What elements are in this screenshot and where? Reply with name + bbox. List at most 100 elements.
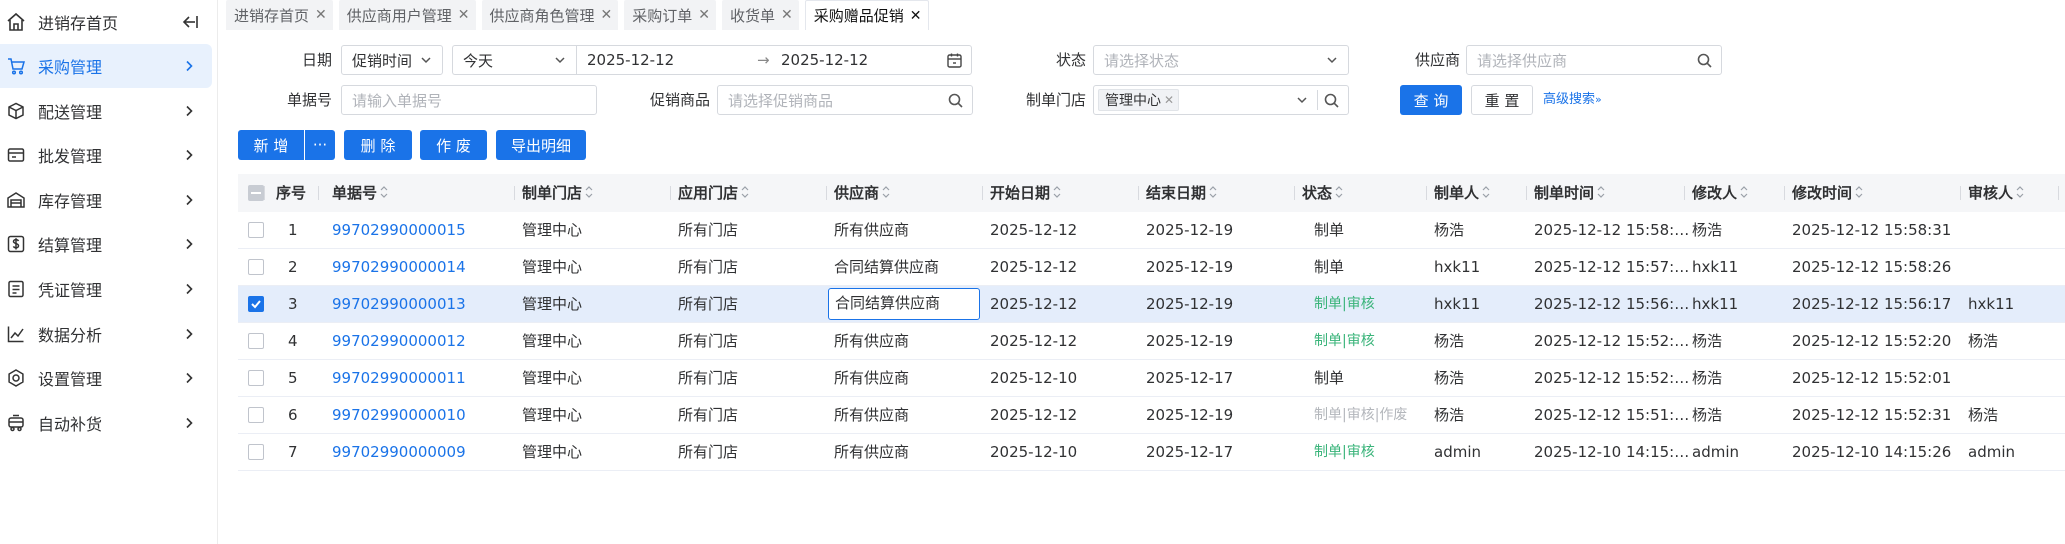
sidebar-item-chart[interactable]: 数据分析: [0, 312, 212, 356]
cell-doc-no[interactable]: 99702990000013: [332, 286, 466, 322]
column-header-modified-time[interactable]: 修改时间: [1792, 174, 1863, 212]
cell-doc-no[interactable]: 99702990000014: [332, 249, 466, 285]
tab-2[interactable]: 供应商用户管理 ✕: [338, 0, 476, 30]
cell-doc-no[interactable]: 99702990000015: [332, 212, 466, 248]
tab-4[interactable]: 采购订单 ✕: [624, 0, 716, 30]
column-divider[interactable]: [1684, 186, 1685, 200]
sort-icon[interactable]: [380, 185, 388, 199]
table-row[interactable]: 2 99702990000014 管理中心 所有门店 合同结算供应商 2025-12-12…: [238, 249, 2065, 286]
cell-doc-no[interactable]: 99702990000012: [332, 323, 466, 359]
row-checkbox[interactable]: [248, 259, 264, 275]
column-divider[interactable]: [514, 186, 515, 200]
sidebar-item-voucher[interactable]: 凭证管理: [0, 267, 212, 311]
sidebar-item-gear[interactable]: 设置管理: [0, 356, 212, 400]
close-icon[interactable]: ✕: [910, 8, 922, 24]
sidebar-item-box[interactable]: 配送管理: [0, 89, 212, 133]
tab-6[interactable]: 采购赠品促销 ✕: [804, 0, 929, 30]
row-checkbox[interactable]: [248, 370, 264, 386]
collapse-sidebar-icon[interactable]: [180, 12, 200, 32]
date-type-select[interactable]: 促销时间: [341, 45, 443, 75]
delete-button[interactable]: 删 除: [344, 130, 412, 160]
sort-icon[interactable]: [741, 185, 749, 199]
search-icon[interactable]: [1696, 52, 1713, 69]
sort-icon[interactable]: [1855, 185, 1863, 199]
calendar-icon[interactable]: [946, 52, 963, 69]
column-header-created-time[interactable]: 制单时间: [1534, 174, 1605, 212]
sort-icon[interactable]: [585, 185, 593, 199]
table-row[interactable]: 1 99702990000015 管理中心 所有门店 所有供应商 2025-12-12 20…: [238, 212, 2065, 249]
advanced-search-link[interactable]: 高级搜索»: [1543, 85, 1602, 115]
close-icon[interactable]: ✕: [458, 7, 470, 23]
column-header-modifier[interactable]: 修改人: [1692, 174, 1748, 212]
void-button[interactable]: 作 废: [420, 130, 487, 160]
column-divider[interactable]: [982, 186, 983, 200]
close-icon[interactable]: ✕: [781, 7, 793, 23]
query-button[interactable]: 查 询: [1400, 85, 1462, 115]
supplier-cell-editing[interactable]: 合同结算供应商: [828, 288, 980, 320]
sidebar-item-dollar[interactable]: 结算管理: [0, 222, 212, 266]
column-divider[interactable]: [1138, 186, 1139, 200]
column-divider[interactable]: [1294, 186, 1295, 200]
sort-icon[interactable]: [1053, 185, 1061, 199]
cell-doc-no[interactable]: 99702990000011: [332, 360, 466, 396]
status-select[interactable]: 请选择状态: [1093, 45, 1349, 75]
table-row[interactable]: 5 99702990000011 管理中心 所有门店 所有供应商 2025-12-10 20…: [238, 360, 2065, 397]
close-icon[interactable]: ✕: [698, 7, 710, 23]
promo-goods-input[interactable]: 请选择促销商品: [717, 85, 973, 115]
close-icon[interactable]: ✕: [315, 7, 327, 23]
close-icon[interactable]: ✕: [601, 7, 613, 23]
sidebar-item-truck[interactable]: 自动补货: [0, 401, 212, 445]
table-row[interactable]: 4 99702990000012 管理中心 所有门店 所有供应商 2025-12-12 20…: [238, 323, 2065, 360]
sort-icon[interactable]: [1209, 185, 1217, 199]
row-checkbox[interactable]: [248, 444, 264, 460]
sidebar-home-item[interactable]: 进销存首页: [0, 2, 212, 42]
column-divider[interactable]: [1426, 186, 1427, 200]
column-divider[interactable]: [670, 186, 671, 200]
column-header-apply-store[interactable]: 应用门店: [678, 174, 749, 212]
column-header-auditor[interactable]: 审核人: [1968, 174, 2024, 212]
doc-no-input[interactable]: 请输入单据号: [341, 85, 597, 115]
tab-5[interactable]: 收货单 ✕: [722, 0, 799, 30]
column-header-store[interactable]: 制单门店: [522, 174, 593, 212]
row-checkbox[interactable]: [248, 333, 264, 349]
column-header-doc-no[interactable]: 单据号: [332, 174, 388, 212]
column-divider[interactable]: [826, 186, 827, 200]
column-divider[interactable]: [318, 186, 319, 200]
sort-icon[interactable]: [882, 185, 890, 199]
reset-button[interactable]: 重 置: [1471, 85, 1533, 115]
sort-icon[interactable]: [1597, 185, 1605, 199]
sort-icon[interactable]: [1740, 185, 1748, 199]
sidebar-item-wallet[interactable]: 批发管理: [0, 133, 212, 177]
row-checkbox[interactable]: [248, 222, 264, 238]
row-checkbox[interactable]: [248, 296, 264, 312]
column-header-status[interactable]: 状态: [1302, 174, 1343, 212]
sidebar-item-cart[interactable]: 采购管理: [0, 44, 212, 88]
date-preset-select[interactable]: 今天: [452, 45, 576, 75]
column-divider[interactable]: [1526, 186, 1527, 200]
column-divider[interactable]: [2058, 186, 2059, 200]
search-icon[interactable]: [947, 92, 964, 109]
cell-doc-no[interactable]: 99702990000009: [332, 434, 466, 470]
more-actions-button[interactable]: ···: [305, 130, 335, 160]
table-row[interactable]: 3 99702990000013 管理中心 所有门店 合同结算供应商 2025-12-12…: [238, 286, 2065, 323]
export-detail-button[interactable]: 导出明细: [496, 130, 586, 160]
table-row[interactable]: 6 99702990000010 管理中心 所有门店 所有供应商 2025-12-12 20…: [238, 397, 2065, 434]
tab-1[interactable]: 进销存首页 ✕: [226, 0, 333, 30]
column-header-start-date[interactable]: 开始日期: [990, 174, 1061, 212]
date-range-picker[interactable]: 2025-12-12 → 2025-12-12: [576, 45, 972, 75]
close-icon[interactable]: ✕: [1164, 93, 1174, 107]
sort-icon[interactable]: [1482, 185, 1490, 199]
column-header-creator[interactable]: 制单人: [1434, 174, 1490, 212]
supplier-input[interactable]: 请选择供应商: [1466, 45, 1722, 75]
search-icon[interactable]: [1323, 92, 1340, 109]
select-all-checkbox[interactable]: [248, 185, 264, 201]
column-divider[interactable]: [1784, 186, 1785, 200]
sort-icon[interactable]: [2016, 185, 2024, 199]
tab-3[interactable]: 供应商角色管理 ✕: [481, 0, 619, 30]
add-button[interactable]: 新 增: [238, 130, 304, 160]
cell-doc-no[interactable]: 99702990000010: [332, 397, 466, 433]
table-row[interactable]: 7 99702990000009 管理中心 所有门店 所有供应商 2025-12-10 20…: [238, 434, 2065, 471]
sort-icon[interactable]: [1335, 185, 1343, 199]
column-header-supplier[interactable]: 供应商: [834, 174, 890, 212]
row-checkbox[interactable]: [248, 407, 264, 423]
